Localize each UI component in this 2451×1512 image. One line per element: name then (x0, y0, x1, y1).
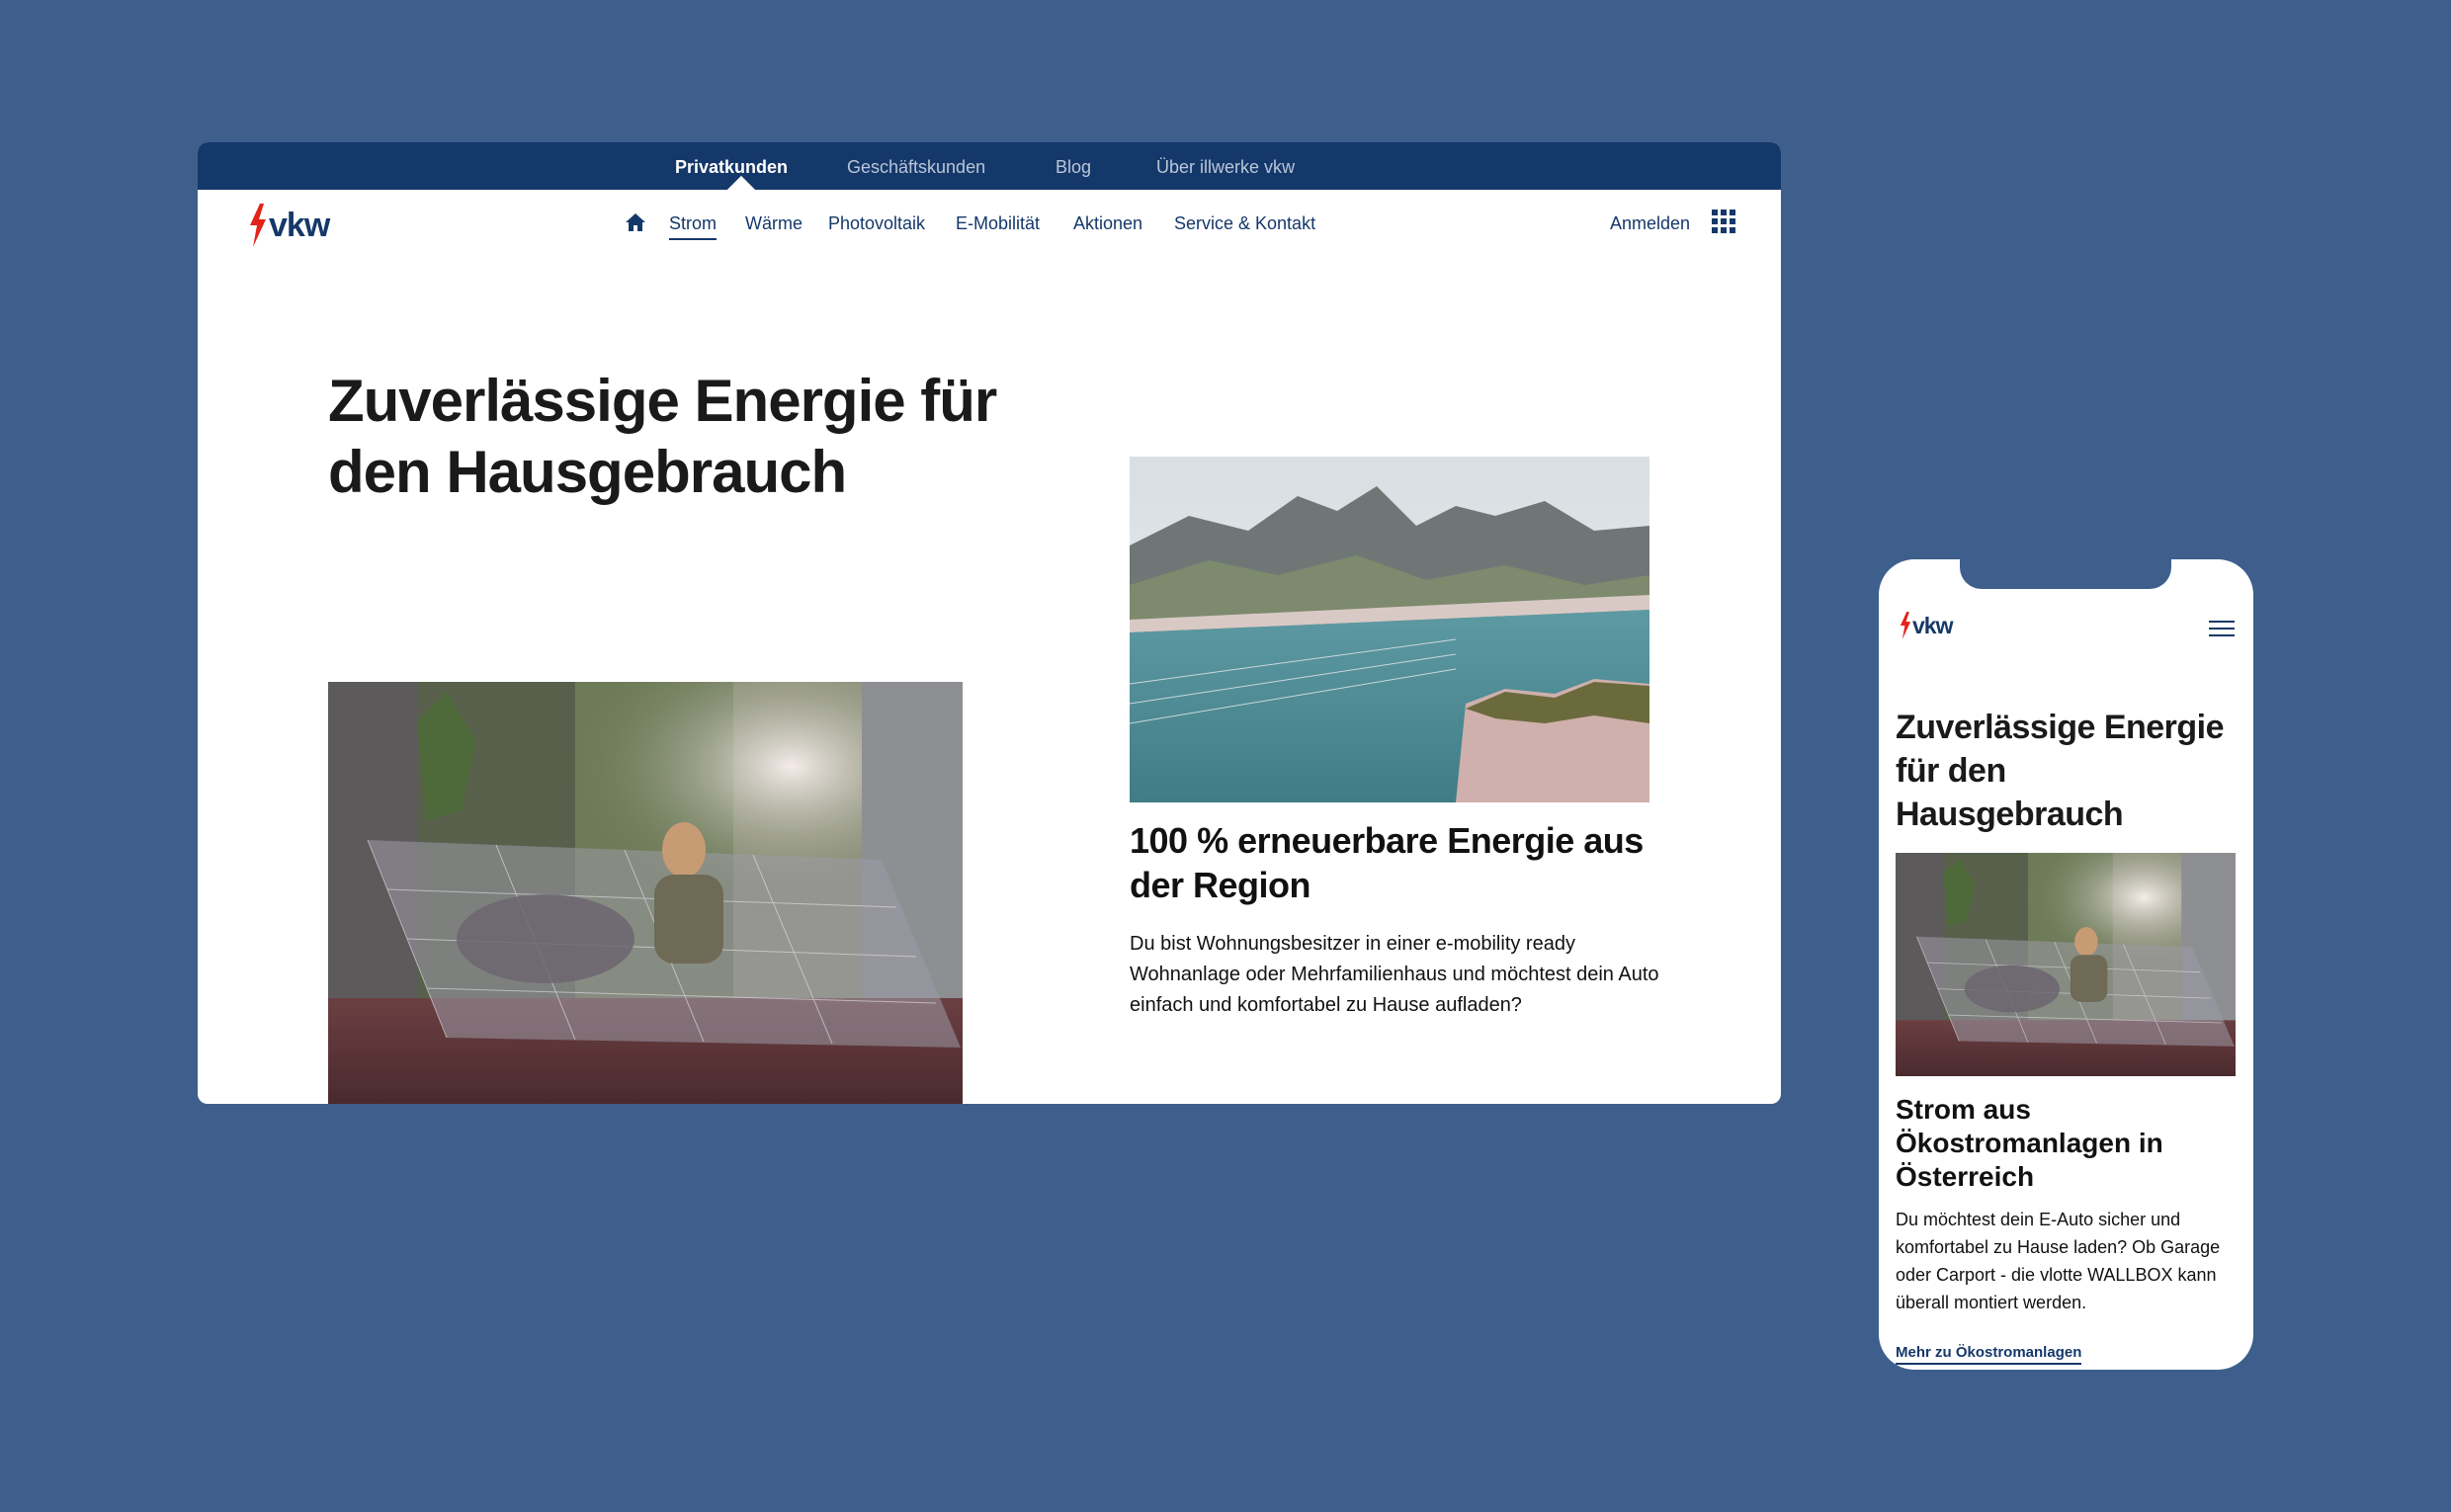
mobile-card-link[interactable]: Mehr zu Ökostromanlagen (1896, 1344, 2082, 1365)
grid-icon[interactable] (1712, 210, 1735, 233)
mountain-lake-image (1130, 457, 1649, 802)
mobile-hero-headline: Zuverlässige Energie für den Hausgebrauc… (1896, 709, 2225, 833)
topbar-item-geschaeftskunden[interactable]: Geschäftskunden (847, 157, 985, 178)
mobile-card-title: Strom aus Ökostromanlagen in Österreich (1896, 1094, 2163, 1192)
vkw-logo-mobile[interactable]: vkw (1899, 611, 1953, 640)
vkw-logo[interactable]: vkw (247, 204, 330, 247)
solar-relax-image (328, 682, 963, 1104)
mobile-mockup: vkw Zuverlässige Energie für den Hausgeb… (1879, 559, 2253, 1370)
desktop-mockup: Privatkunden Geschäftskunden Blog Über i… (198, 142, 1781, 1104)
logo-text: vkw (269, 206, 330, 244)
lightning-bolt-icon (250, 204, 266, 247)
nav-item-waerme[interactable]: Wärme (745, 213, 803, 234)
logo-text: vkw (1912, 612, 1953, 638)
nav-item-e-mobilitaet[interactable]: E-Mobilität (956, 213, 1040, 234)
nav-item-aktionen[interactable]: Aktionen (1073, 213, 1142, 234)
topbar-item-ueber-illwerke[interactable]: Über illwerke vkw (1156, 157, 1295, 178)
hamburger-icon[interactable] (2209, 619, 2235, 638)
nav-item-service-kontakt[interactable]: Service & Kontakt (1174, 213, 1315, 234)
audience-topbar: Privatkunden Geschäftskunden Blog Über i… (198, 142, 1781, 205)
topbar-item-privatkunden[interactable]: Privatkunden (675, 157, 788, 178)
topbar-item-blog[interactable]: Blog (1056, 157, 1091, 178)
phone-notch (1960, 559, 2171, 589)
card-title: 100 % erneuerbare Energie aus der Region (1130, 820, 1644, 905)
active-indicator (726, 175, 756, 205)
card-text: Du bist Wohnungsbesitzer in einer e-mobi… (1130, 933, 1659, 1016)
login-link[interactable]: Anmelden (1610, 213, 1690, 234)
mobile-solar-relax-image (1896, 853, 2236, 1076)
home-icon[interactable] (625, 211, 646, 233)
nav-item-photovoltaik[interactable]: Photovoltaik (828, 213, 925, 234)
nav-item-strom[interactable]: Strom (669, 213, 718, 240)
mobile-card-text: Du möchtest dein E-Auto sicher und komfo… (1896, 1210, 2221, 1312)
lightning-bolt-icon (1900, 612, 1911, 639)
hero-headline: Zuverlässige Energie für den Hausgebrauc… (328, 368, 997, 505)
